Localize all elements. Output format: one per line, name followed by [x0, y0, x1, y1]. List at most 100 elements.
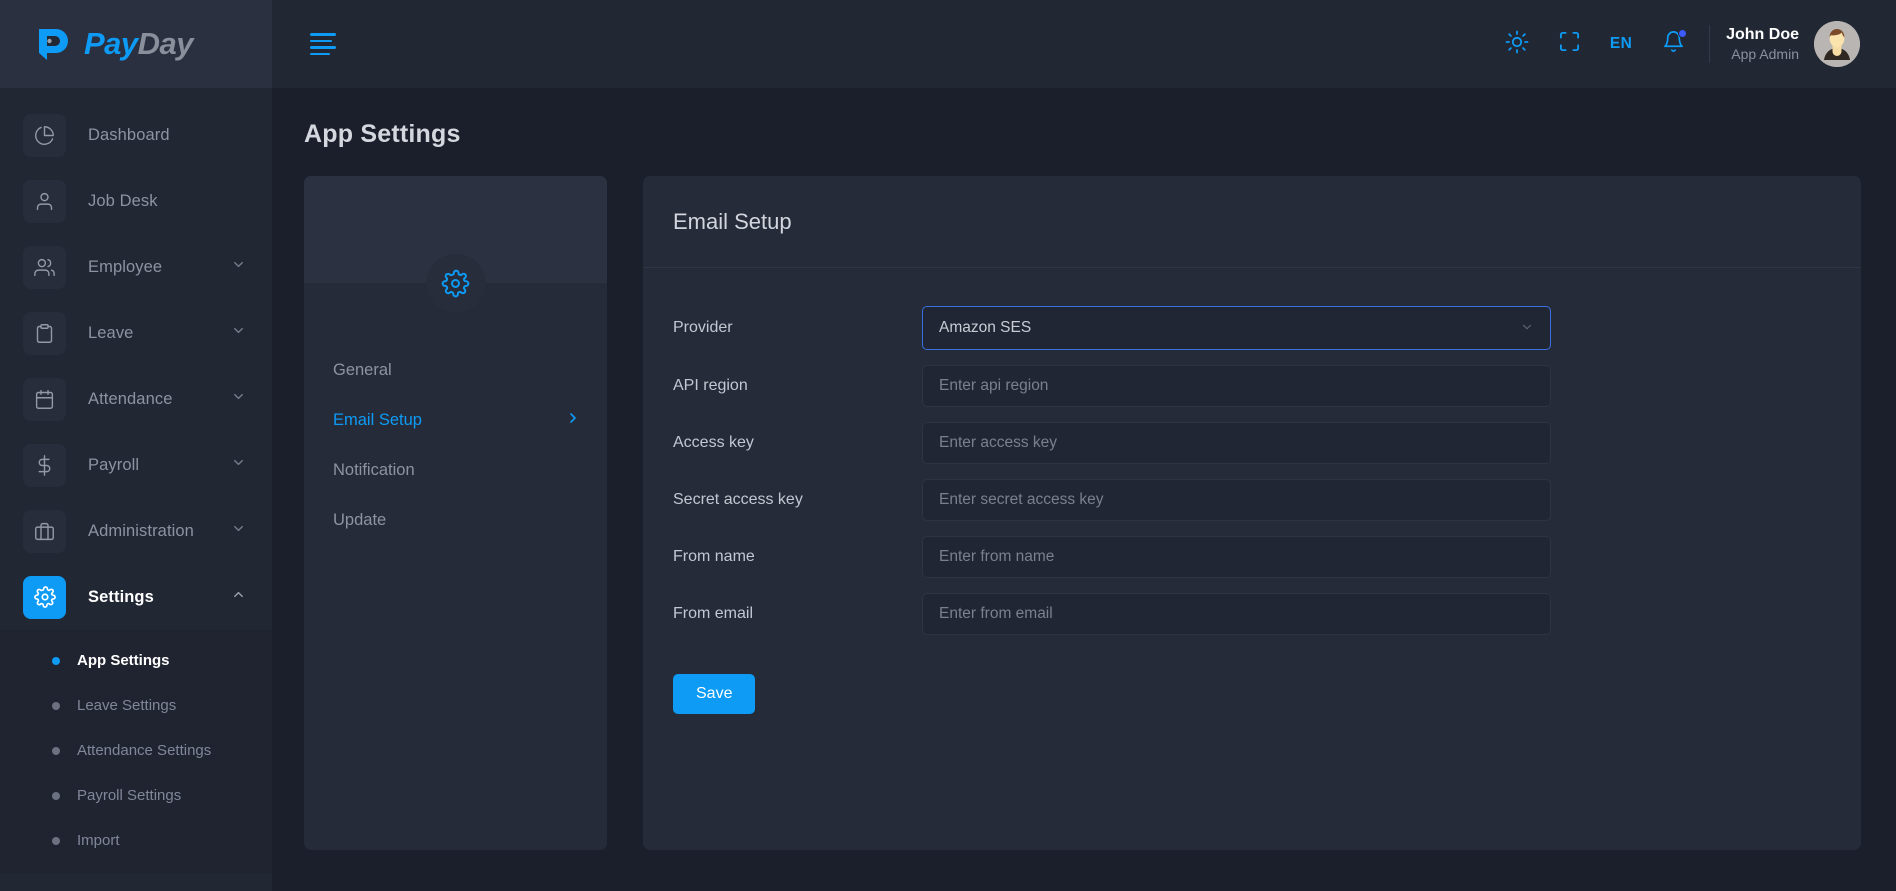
app-root: PayDay Dashboard Job Desk Employee Leave…: [0, 0, 1896, 891]
briefcase-icon: [23, 509, 66, 553]
hamburger-line: [310, 39, 332, 42]
brand-logo[interactable]: PayDay: [33, 24, 194, 64]
sidebar-subitem-label: Payroll Settings: [77, 787, 182, 804]
settings-nav-list: General Email Setup Notification Update: [304, 283, 607, 545]
sidebar-item-label: Settings: [88, 587, 154, 606]
theme-toggle-button[interactable]: [1491, 18, 1543, 70]
settings-nav-item-notification[interactable]: Notification: [304, 445, 607, 495]
sidebar-item-app-settings[interactable]: App Settings: [0, 638, 272, 683]
hamburger-line: [310, 33, 336, 36]
form-row-from-email: From email: [673, 593, 1831, 635]
from-email-input[interactable]: [922, 593, 1551, 635]
from-email-label: From email: [673, 605, 754, 622]
sidebar-item-attendance[interactable]: Attendance: [0, 366, 272, 432]
panel-title: Email Setup: [673, 208, 792, 234]
avatar[interactable]: [1814, 21, 1860, 67]
settings-nav-item-general[interactable]: General: [304, 345, 607, 395]
chevron-down-icon: [1520, 320, 1534, 337]
settings-nav-card: General Email Setup Notification Update: [304, 176, 607, 850]
clipboard-icon: [23, 311, 66, 355]
hamburger-icon[interactable]: [310, 33, 338, 55]
save-button[interactable]: Save: [673, 674, 756, 714]
bullet-icon: [52, 836, 60, 845]
sidebar-subitem-label: Leave Settings: [77, 697, 177, 714]
sidebar-subitem-label: Import: [77, 832, 120, 849]
form-actions: Save: [673, 650, 1831, 714]
gear-icon: [426, 253, 485, 313]
page-title: App Settings: [304, 120, 461, 148]
secret-access-key-label: Secret access key: [673, 491, 803, 508]
bullet-icon: [52, 701, 60, 710]
topbar: EN John Doe App Admin: [272, 0, 1896, 88]
form-row-api-region: API region: [673, 365, 1831, 407]
sidebar-subitem-label: App Settings: [77, 652, 170, 669]
settings-submenu: App Settings Leave Settings Attendance S…: [0, 630, 272, 873]
user-name: John Doe: [1726, 25, 1799, 43]
user-info: John Doe App Admin: [1726, 24, 1799, 64]
sidebar-item-label: Employee: [88, 257, 163, 276]
user-menu[interactable]: John Doe App Admin: [1726, 21, 1866, 67]
email-setup-panel: Email Setup Provider Amazon SES API regi…: [643, 176, 1861, 850]
bullet-icon: [52, 791, 60, 800]
settings-nav-item-update[interactable]: Update: [304, 495, 607, 545]
topbar-actions: EN John Doe App Admin: [1491, 18, 1866, 70]
sidebar-item-attendance-settings[interactable]: Attendance Settings: [0, 728, 272, 773]
from-name-input[interactable]: [922, 536, 1551, 578]
pie-chart-icon: [23, 113, 66, 157]
brand-name-day: Day: [137, 26, 194, 61]
from-name-label: From name: [673, 548, 755, 565]
sidebar-item-label: Leave: [88, 323, 134, 342]
chevron-down-icon: [231, 323, 246, 343]
settings-nav-label: General: [333, 360, 392, 379]
provider-label: Provider: [673, 319, 733, 336]
notification-button[interactable]: [1647, 18, 1699, 70]
sidebar-item-label: Administration: [88, 521, 194, 540]
form-row-access-key: Access key: [673, 422, 1831, 464]
chevron-down-icon: [231, 389, 246, 409]
sidebar-item-payroll[interactable]: Payroll: [0, 432, 272, 498]
provider-select[interactable]: Amazon SES: [922, 306, 1551, 350]
payday-logo-icon: [33, 24, 73, 64]
content-area: General Email Setup Notification Update: [272, 149, 1896, 850]
settings-nav-label: Notification: [333, 460, 415, 479]
sidebar-item-employee[interactable]: Employee: [0, 234, 272, 300]
sidebar-item-settings[interactable]: Settings: [0, 564, 272, 630]
sun-icon: [1505, 30, 1529, 59]
language-label: EN: [1609, 35, 1633, 52]
provider-value: Amazon SES: [939, 319, 1032, 336]
brand-header[interactable]: PayDay: [0, 0, 272, 88]
bullet-icon: [52, 746, 60, 755]
divider: [1709, 25, 1711, 63]
hamburger-line: [310, 52, 330, 55]
user-role: App Admin: [1731, 46, 1799, 63]
sidebar-item-leave-settings[interactable]: Leave Settings: [0, 683, 272, 728]
chevron-up-icon: [231, 587, 246, 607]
notification-badge: [1678, 29, 1688, 38]
sidebar: PayDay Dashboard Job Desk Employee Leave…: [0, 0, 272, 891]
gear-icon: [23, 575, 66, 619]
access-key-input[interactable]: [922, 422, 1551, 464]
sidebar-item-job-desk[interactable]: Job Desk: [0, 168, 272, 234]
fullscreen-button[interactable]: [1543, 18, 1595, 70]
sidebar-item-administration[interactable]: Administration: [0, 498, 272, 564]
users-icon: [23, 245, 66, 289]
form-row-from-name: From name: [673, 536, 1831, 578]
sidebar-item-leave[interactable]: Leave: [0, 300, 272, 366]
form-row-provider: Provider Amazon SES: [673, 306, 1831, 350]
bullet-icon: [52, 656, 60, 665]
sidebar-subitem-label: Attendance Settings: [77, 742, 212, 759]
sidebar-nav: Dashboard Job Desk Employee Leave Attend…: [0, 88, 272, 873]
sidebar-item-import[interactable]: Import: [0, 818, 272, 863]
main-area: EN John Doe App Admin App Settings Gener…: [272, 0, 1896, 891]
brand-name-pay: Pay: [84, 26, 138, 61]
chevron-right-icon: [565, 410, 581, 431]
sidebar-item-payroll-settings[interactable]: Payroll Settings: [0, 773, 272, 818]
sidebar-item-label: Dashboard: [88, 125, 170, 144]
sidebar-item-dashboard[interactable]: Dashboard: [0, 102, 272, 168]
sidebar-item-label: Job Desk: [88, 191, 158, 210]
api-region-input[interactable]: [922, 365, 1551, 407]
settings-nav-item-email-setup[interactable]: Email Setup: [304, 395, 607, 445]
settings-nav-label: Update: [333, 510, 387, 529]
secret-access-key-input[interactable]: [922, 479, 1551, 521]
language-selector[interactable]: EN: [1595, 18, 1647, 70]
